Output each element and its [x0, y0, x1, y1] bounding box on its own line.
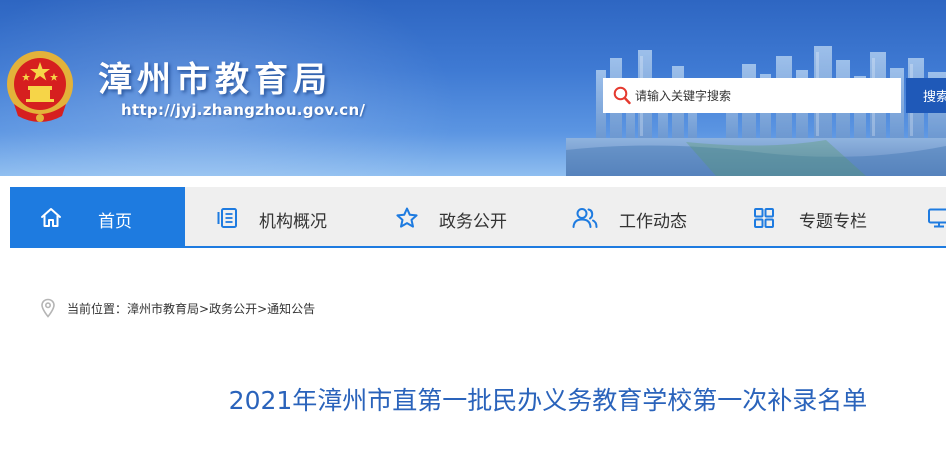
home-icon [41, 208, 61, 227]
site-title: 漳州市教育局 [98, 60, 332, 100]
grid-icon [754, 208, 774, 228]
nav-item-work-news[interactable]: 工作动态 [545, 187, 725, 248]
document-icon [217, 208, 237, 228]
nav-item-label: 政务公开 [439, 212, 507, 232]
search-input[interactable] [635, 78, 895, 113]
site-url[interactable]: http://jyj.zhangzhou.gov.cn/ [121, 101, 365, 119]
national-emblem-icon [7, 51, 73, 122]
users-icon [572, 208, 598, 228]
breadcrumb-link-government-affairs[interactable]: 政务公开 [209, 302, 257, 316]
nav-item-home[interactable]: 首页 [10, 187, 185, 248]
article-title: 2021年漳州市直第一批民办义务教育学校第一次补录名单 [228, 386, 868, 415]
search-icon [613, 86, 631, 105]
location-pin-icon [41, 298, 55, 318]
nav-item-special-topics[interactable]: 专题专栏 [725, 187, 905, 248]
search-button[interactable]: 搜索 [906, 78, 946, 113]
nav-item-organization[interactable]: 机构概况 [185, 187, 365, 248]
breadcrumb-link-home[interactable]: 漳州市教育局 [127, 302, 199, 316]
nav-item-label: 工作动态 [619, 212, 687, 232]
breadcrumb-trail: 当前位置：漳州市教育局>政务公开>通知公告 [67, 300, 315, 317]
nav-item-government-affairs[interactable]: 政务公开 [365, 187, 545, 248]
nav-item-label: 机构概况 [259, 212, 327, 232]
star-icon [396, 207, 418, 228]
breadcrumb-link-notices[interactable]: 通知公告 [267, 302, 315, 316]
main-nav: 首页 机构概况 政务公开 工作动态 专题专栏 [10, 187, 946, 248]
monitor-icon [928, 208, 946, 228]
nav-item-label: 首页 [98, 212, 132, 232]
breadcrumb-separator: > [257, 302, 268, 316]
nav-item-label: 专题专栏 [799, 212, 867, 232]
breadcrumb-separator: > [199, 302, 210, 316]
breadcrumb-prefix: 当前位置： [67, 302, 128, 316]
nav-item-partial[interactable] [905, 187, 946, 248]
search-box [603, 78, 901, 113]
site-header: 漳州市教育局 http://jyj.zhangzhou.gov.cn/ 搜索 [0, 0, 946, 176]
